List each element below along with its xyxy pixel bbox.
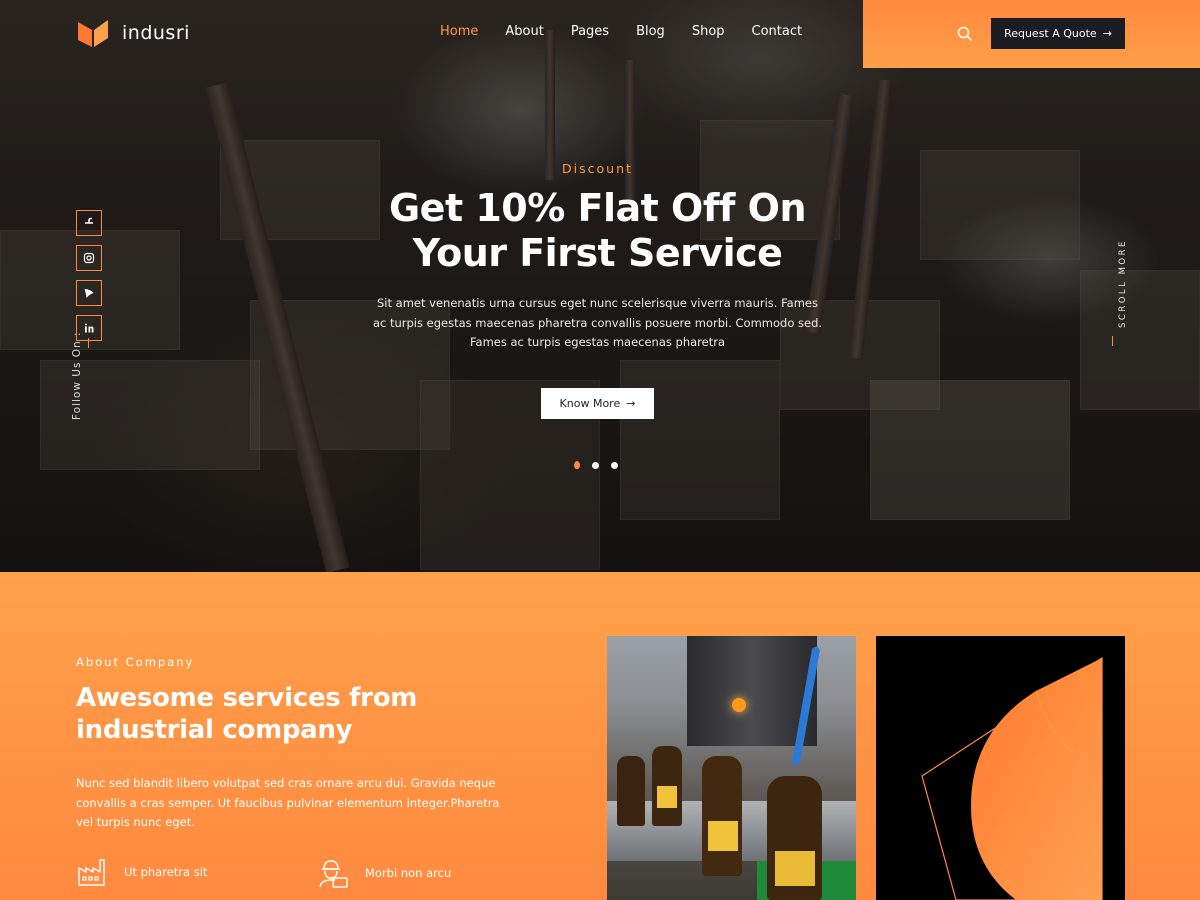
feature-label: Ut pharetra sit bbox=[124, 865, 208, 879]
feature-item: Ut pharetra sit bbox=[76, 856, 207, 888]
slider-pagination bbox=[574, 461, 618, 469]
social-dribbble-link[interactable] bbox=[76, 280, 102, 306]
about-eyebrow: About Company bbox=[76, 655, 195, 669]
request-quote-label: Request A Quote bbox=[1004, 27, 1097, 40]
linkedin-icon bbox=[84, 323, 94, 333]
about-title: Awesome services from industrial company bbox=[76, 683, 418, 745]
search-icon bbox=[957, 26, 972, 41]
feature-item: Morbi non arcu bbox=[315, 856, 451, 890]
scroll-more-label[interactable]: SCROLL MORE bbox=[1118, 239, 1128, 328]
main-nav: Home About Pages Blog Shop Contact bbox=[440, 24, 829, 39]
nav-item-about[interactable]: About bbox=[505, 24, 543, 39]
arrow-right-icon: → bbox=[1102, 27, 1112, 40]
nav-item-home[interactable]: Home bbox=[440, 24, 478, 39]
dribbble-icon bbox=[84, 289, 94, 298]
header-action-panel: Request A Quote → bbox=[863, 0, 1200, 68]
follow-us-label: Follow Us On : bbox=[71, 331, 83, 420]
nav-item-pages[interactable]: Pages bbox=[571, 24, 609, 39]
hero-eyebrow: Discount bbox=[562, 161, 633, 176]
know-more-label: Know More bbox=[559, 397, 621, 410]
feature-label: Morbi non arcu bbox=[365, 866, 452, 880]
decorative-graphic-card bbox=[876, 636, 1125, 900]
facebook-icon bbox=[85, 217, 93, 224]
about-description: Nunc sed blandit libero volutpat sed cra… bbox=[76, 776, 500, 829]
hero-section: indusri Home About Pages Blog Shop Conta… bbox=[0, 0, 1200, 572]
instagram-icon bbox=[83, 252, 95, 264]
slider-dot-2[interactable] bbox=[592, 461, 599, 469]
about-section: About Company Awesome services from indu… bbox=[0, 572, 1200, 900]
nav-item-shop[interactable]: Shop bbox=[692, 24, 725, 39]
arrow-right-icon: → bbox=[626, 397, 636, 410]
hero-overlay bbox=[0, 0, 1200, 572]
know-more-button[interactable]: Know More → bbox=[541, 388, 654, 419]
slider-dot-3[interactable] bbox=[611, 461, 618, 469]
hero-title: Get 10% Flat Off On Your First Service bbox=[388, 186, 807, 275]
factory-icon bbox=[78, 859, 105, 886]
request-quote-button[interactable]: Request A Quote → bbox=[991, 18, 1125, 49]
site-header: indusri Home About Pages Blog Shop Conta… bbox=[0, 0, 1200, 68]
search-button[interactable] bbox=[955, 24, 975, 44]
brand-name: indusri bbox=[122, 22, 190, 44]
nav-item-blog[interactable]: Blog bbox=[636, 24, 665, 39]
logo[interactable]: indusri bbox=[76, 18, 190, 48]
nav-item-contact[interactable]: Contact bbox=[752, 24, 803, 39]
engineer-icon bbox=[319, 860, 348, 888]
slider-dot-1[interactable] bbox=[574, 461, 580, 469]
social-instagram-link[interactable] bbox=[76, 245, 102, 271]
logo-icon bbox=[78, 20, 108, 47]
scroll-more-divider bbox=[1112, 336, 1113, 346]
production-line-image bbox=[607, 636, 856, 900]
abstract-shape bbox=[921, 656, 1103, 900]
follow-divider bbox=[88, 338, 89, 348]
social-facebook-link[interactable] bbox=[76, 210, 102, 236]
hero-description: Sit amet venenatis urna cursus eget nunc… bbox=[372, 296, 823, 349]
